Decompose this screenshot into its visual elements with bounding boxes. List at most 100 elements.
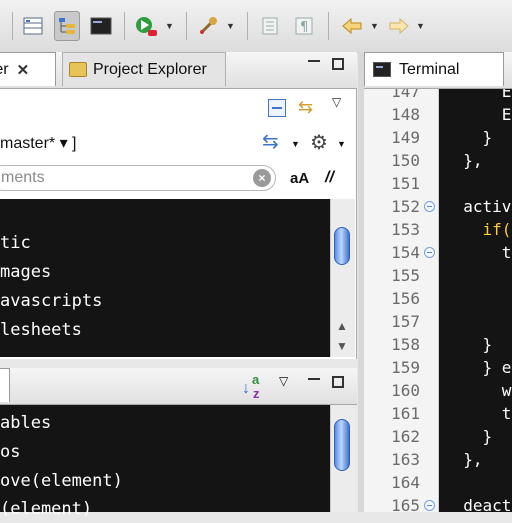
code-line[interactable]: }: [444, 425, 493, 448]
outline-item[interactable]: os: [0, 438, 20, 466]
view-menu-icon[interactable]: ▽: [332, 95, 341, 109]
toggle-panel-icon[interactable]: [257, 11, 283, 41]
close-icon[interactable]: ✕: [17, 61, 30, 79]
terminal-icon: [373, 62, 391, 77]
tab-project-explorer[interactable]: Project Explorer: [62, 52, 226, 86]
line-number: 153: [391, 220, 420, 239]
line-number: 163: [391, 450, 420, 469]
gear-icon[interactable]: ⚙: [310, 130, 328, 155]
left-bottom-tab-bar: ↓ a z ▽: [0, 368, 357, 405]
svg-text:¶: ¶: [300, 20, 308, 35]
code-line[interactable]: E: [444, 89, 512, 103]
branch-selector[interactable]: master* ▾ ]: [0, 133, 77, 153]
minimize-icon[interactable]: [308, 60, 320, 65]
line-number: 162: [391, 427, 420, 446]
fold-toggle-icon[interactable]: [424, 500, 435, 511]
gear-dropdown-icon[interactable]: ▼: [337, 139, 346, 149]
code-line[interactable]: E: [444, 103, 512, 126]
match-case-toggle[interactable]: aA: [290, 170, 309, 187]
regex-toggle[interactable]: //: [325, 169, 334, 187]
sort-alpha-icon[interactable]: ↓ a z: [242, 372, 268, 401]
toolbar-separator: [328, 12, 329, 40]
scroll-up-icon[interactable]: ▲: [336, 319, 348, 333]
code-line[interactable]: },: [444, 149, 482, 172]
maximize-icon[interactable]: [332, 376, 344, 388]
code-line[interactable]: t: [444, 241, 512, 264]
folder-icon: [69, 62, 87, 77]
line-number: 155: [391, 266, 420, 285]
minimize-icon[interactable]: [308, 378, 320, 383]
code-line[interactable]: },: [444, 448, 482, 471]
toolbar-separator: [247, 12, 248, 40]
back-arrow-icon[interactable]: [339, 11, 365, 41]
layout-icon[interactable]: [20, 11, 46, 41]
toolbar-separator: [12, 12, 13, 40]
main-toolbar: ▼ ▼ ¶ ▼ ▼: [0, 0, 512, 53]
left-top-panel: ⇆ ▽ master* ▾ ] ⇆ ▼ ⚙ ▼ ments × aA // ti…: [0, 89, 357, 359]
code-line[interactable]: w: [444, 379, 512, 402]
tree-scrollbar[interactable]: ▲ ▼: [330, 199, 355, 357]
outline-item[interactable]: ove(element): [0, 467, 123, 495]
outline-item[interactable]: (element): [0, 495, 92, 523]
line-number: 147: [391, 89, 420, 101]
outline-item[interactable]: ables: [0, 409, 51, 437]
forward-dropdown-icon[interactable]: ▼: [416, 21, 425, 31]
link-with-editor-icon[interactable]: ⇆: [298, 97, 313, 118]
sync-icon[interactable]: ⇆: [262, 129, 279, 154]
code-line[interactable]: activ: [444, 195, 511, 218]
filter-input[interactable]: ments ×: [0, 165, 276, 191]
clear-search-icon[interactable]: ×: [253, 169, 271, 187]
tree-item[interactable]: mages: [0, 258, 51, 286]
line-number: 165: [391, 496, 420, 512]
external-tools-icon[interactable]: [195, 11, 221, 41]
tab-label: Terminal: [399, 60, 460, 78]
code-line[interactable]: }: [444, 333, 493, 356]
branch-label: master* ▾ ]: [0, 135, 77, 152]
line-number: 151: [391, 174, 420, 193]
paragraph-icon[interactable]: ¶: [291, 11, 317, 41]
run-dropdown-icon[interactable]: ▼: [165, 21, 174, 31]
sync-dropdown-icon[interactable]: ▼: [291, 139, 300, 149]
fold-toggle-icon[interactable]: [424, 247, 435, 258]
tree-item[interactable]: lesheets: [0, 316, 82, 344]
external-tools-dropdown-icon[interactable]: ▼: [226, 21, 235, 31]
line-number: 159: [391, 358, 420, 377]
line-number: 158: [391, 335, 420, 354]
tab-git-explorer[interactable]: rer ✕: [0, 52, 56, 86]
view-menu-icon[interactable]: ▽: [279, 374, 288, 388]
line-number: 157: [391, 312, 420, 331]
line-number: 150: [391, 151, 420, 170]
outline-list: ables os ove(element) (element): [0, 405, 330, 519]
line-number: 148: [391, 105, 420, 124]
scrollbar-thumb[interactable]: [334, 227, 350, 265]
scrollbar-thumb[interactable]: [334, 419, 350, 471]
forward-arrow-icon[interactable]: [386, 11, 412, 41]
collapse-all-icon[interactable]: [268, 99, 286, 117]
code-line[interactable]: deact: [444, 494, 511, 512]
terminal-icon[interactable]: [88, 11, 114, 41]
outline-scrollbar[interactable]: [330, 405, 355, 512]
tree-view-icon[interactable]: [54, 11, 80, 41]
line-number: 149: [391, 128, 420, 147]
scroll-down-icon[interactable]: ▼: [336, 339, 348, 353]
code-line[interactable]: if(: [444, 218, 512, 241]
line-number: 152: [391, 197, 420, 216]
toolbar-separator: [186, 12, 187, 40]
tree-item[interactable]: tic: [0, 229, 31, 257]
back-dropdown-icon[interactable]: ▼: [370, 21, 379, 31]
tab-terminal[interactable]: Terminal: [364, 52, 504, 86]
fold-toggle-icon[interactable]: [424, 201, 435, 212]
editor-area: 147 E 148 E 149 } 150 }, 151 152 activ 153 if(…: [364, 89, 512, 512]
code-line[interactable]: }: [444, 126, 493, 149]
tab-outline[interactable]: [0, 368, 10, 402]
line-number: 154: [391, 243, 420, 262]
maximize-icon[interactable]: [332, 58, 344, 70]
line-number: 160: [391, 381, 420, 400]
code-line[interactable]: } e: [444, 356, 512, 379]
left-top-tab-bar: rer ✕ Project Explorer: [0, 52, 357, 89]
tab-label: Project Explorer: [93, 60, 207, 78]
code-line[interactable]: t: [444, 402, 512, 425]
terminal-tab-bar: Terminal: [364, 52, 512, 89]
run-debug-icon[interactable]: [133, 11, 159, 41]
tree-item[interactable]: avascripts: [0, 287, 102, 315]
